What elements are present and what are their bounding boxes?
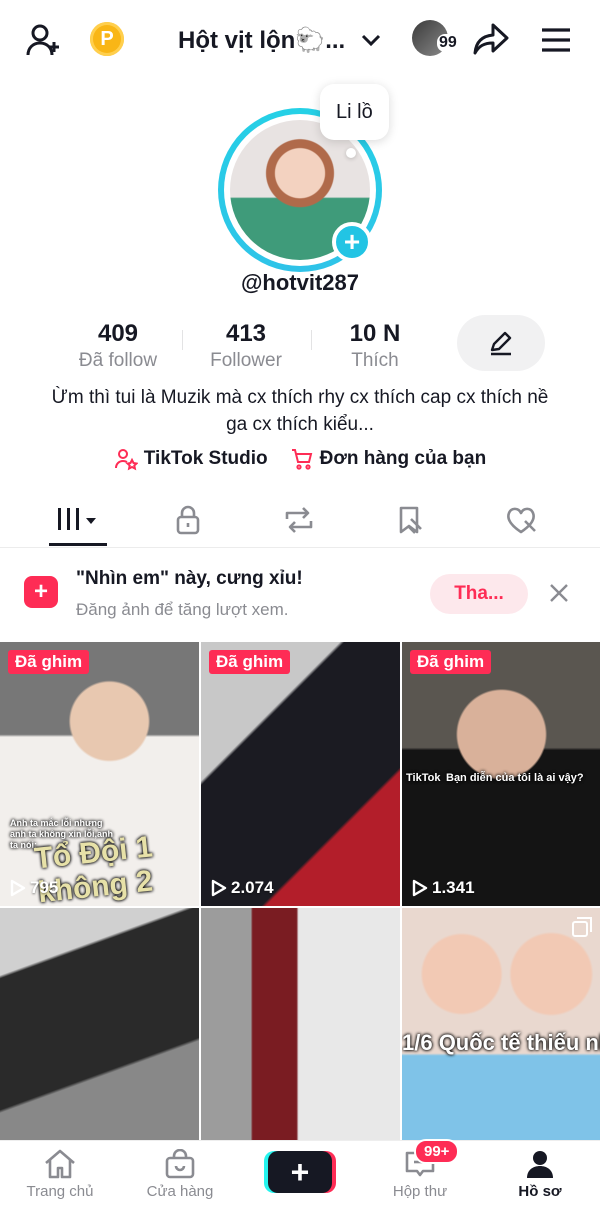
view-count-value: 2.074 bbox=[231, 878, 274, 897]
note-bubble-tail bbox=[346, 148, 356, 158]
bottom-navigation: Trang chủ Cửa hàng + Hộp thư 99+ Hồ sơ bbox=[0, 1139, 600, 1213]
stat-value: 409 bbox=[97, 320, 139, 347]
profile-note[interactable]: Li lồ bbox=[320, 84, 389, 140]
bio-text[interactable]: Ừm thì tui là Muzik mà cx thích rhy cx t… bbox=[40, 384, 560, 438]
plus-icon: + bbox=[290, 1154, 310, 1190]
stat-label: Follower bbox=[210, 350, 282, 371]
bookmark-icon bbox=[399, 506, 422, 534]
banner-subtitle: Đăng ảnh để tăng lượt xem. bbox=[76, 600, 289, 619]
stat-label: Thích bbox=[351, 350, 399, 371]
tiktok-studio-link[interactable]: TikTok Studio bbox=[114, 447, 268, 471]
tab-liked[interactable] bbox=[491, 500, 551, 540]
tab-videos[interactable] bbox=[48, 500, 108, 540]
close-icon[interactable] bbox=[548, 582, 570, 604]
video-overlay-text: 1/6 Quốc tế thiếu nhi❌ bbox=[402, 1030, 600, 1055]
nav-home[interactable]: Trang chủ bbox=[10, 1149, 110, 1200]
home-icon bbox=[45, 1149, 75, 1179]
chevron-down-icon bbox=[362, 34, 381, 47]
view-count-value: 1.341 bbox=[432, 878, 475, 897]
tiktok-watermark: TikTok bbox=[406, 772, 441, 784]
top-bar: P Hột vịt lộn🐑... 99 bbox=[0, 0, 600, 80]
view-count: 1.341 bbox=[412, 878, 475, 898]
lock-icon bbox=[176, 505, 200, 535]
heart-icon bbox=[507, 507, 536, 534]
profile-tabs bbox=[0, 492, 600, 548]
note-text: Li lồ bbox=[336, 100, 373, 123]
add-friend-icon[interactable] bbox=[24, 20, 64, 60]
divider bbox=[182, 330, 183, 350]
profile-links: TikTok Studio Đơn hàng của bạn bbox=[0, 447, 600, 471]
edit-profile-button[interactable] bbox=[457, 315, 545, 371]
account-switcher[interactable]: Hột vịt lộn🐑... bbox=[178, 20, 383, 60]
active-tab-indicator bbox=[49, 543, 107, 546]
stat-label: Đã follow bbox=[78, 350, 158, 371]
person-star-icon bbox=[114, 449, 138, 471]
stat-following[interactable]: 409 Đã follow bbox=[68, 320, 168, 372]
add-photo-icon: + bbox=[24, 576, 58, 608]
grid-bars-icon bbox=[58, 508, 96, 530]
play-icon bbox=[211, 879, 227, 897]
photo-promo-banner: + "Nhìn em" này, cưng xỉu! Đăng ảnh để t… bbox=[0, 548, 600, 640]
view-count: 795 bbox=[10, 878, 58, 898]
divider bbox=[311, 330, 312, 350]
nav-label: Trang chủ bbox=[26, 1183, 94, 1200]
photo-post-thumbnail[interactable]: 1/6 Quốc tế thiếu nhi❌ bbox=[402, 908, 600, 1172]
friends-count-badge: 99 bbox=[437, 34, 459, 52]
menu-icon[interactable] bbox=[536, 20, 576, 60]
view-count-value: 795 bbox=[30, 878, 59, 897]
video-thumbnail[interactable]: Đã ghim Anh ta mắc lỗi nhưng anh ta khôn… bbox=[0, 642, 199, 906]
pencil-icon bbox=[490, 331, 512, 356]
stat-value: 10 N bbox=[349, 320, 401, 347]
inbox-badge: 99+ bbox=[414, 1139, 460, 1164]
link-label: Đơn hàng của bạn bbox=[319, 448, 487, 469]
nav-label: Cửa hàng bbox=[146, 1183, 214, 1200]
nav-label: Hộp thư bbox=[392, 1183, 448, 1200]
coin-icon[interactable]: P bbox=[90, 22, 124, 56]
pinned-badge: Đã ghim bbox=[410, 650, 492, 674]
username: @hotvit287 bbox=[240, 270, 360, 295]
share-icon[interactable] bbox=[470, 18, 512, 60]
pinned-badge: Đã ghim bbox=[209, 650, 291, 674]
play-icon bbox=[412, 879, 428, 897]
nav-profile[interactable]: Hồ sơ bbox=[490, 1149, 590, 1200]
video-thumbnail[interactable]: Đã ghim 2.074 bbox=[201, 642, 400, 906]
account-title: Hột vịt lộn🐑... bbox=[178, 26, 346, 54]
stat-likes[interactable]: 10 N Thích bbox=[325, 320, 425, 372]
nav-label: Hồ sơ bbox=[518, 1183, 562, 1200]
banner-action-button[interactable]: Tha... bbox=[430, 574, 528, 614]
profile-icon bbox=[527, 1151, 553, 1178]
stat-value: 413 bbox=[225, 320, 267, 347]
cart-icon bbox=[291, 449, 312, 470]
multi-photo-icon bbox=[572, 917, 592, 937]
banner-title: "Nhìn em" này, cưng xỉu! bbox=[76, 568, 303, 589]
video-thumbnail[interactable]: Đã ghim TikTok Bạn diễn của tôi là ai vậ… bbox=[402, 642, 600, 906]
video-overlay-text: Bạn diễn của tôi là ai vậy? bbox=[446, 772, 584, 784]
tab-favorites[interactable] bbox=[380, 500, 440, 540]
create-button[interactable]: + bbox=[268, 1151, 332, 1193]
pinned-badge: Đã ghim bbox=[8, 650, 90, 674]
nav-shop[interactable]: Cửa hàng bbox=[130, 1149, 230, 1200]
view-count: 2.074 bbox=[211, 878, 274, 898]
stat-followers[interactable]: 413 Follower bbox=[196, 320, 296, 372]
play-icon bbox=[10, 879, 26, 897]
repost-icon bbox=[285, 507, 313, 533]
add-story-button[interactable]: + bbox=[332, 222, 372, 262]
link-label: TikTok Studio bbox=[143, 448, 268, 469]
tab-private[interactable] bbox=[158, 500, 218, 540]
shop-icon bbox=[165, 1149, 195, 1179]
orders-link[interactable]: Đơn hàng của bạn bbox=[290, 447, 487, 471]
video-thumbnail[interactable] bbox=[0, 908, 199, 1172]
video-thumbnail[interactable] bbox=[201, 908, 400, 1172]
tab-reposts[interactable] bbox=[269, 500, 329, 540]
